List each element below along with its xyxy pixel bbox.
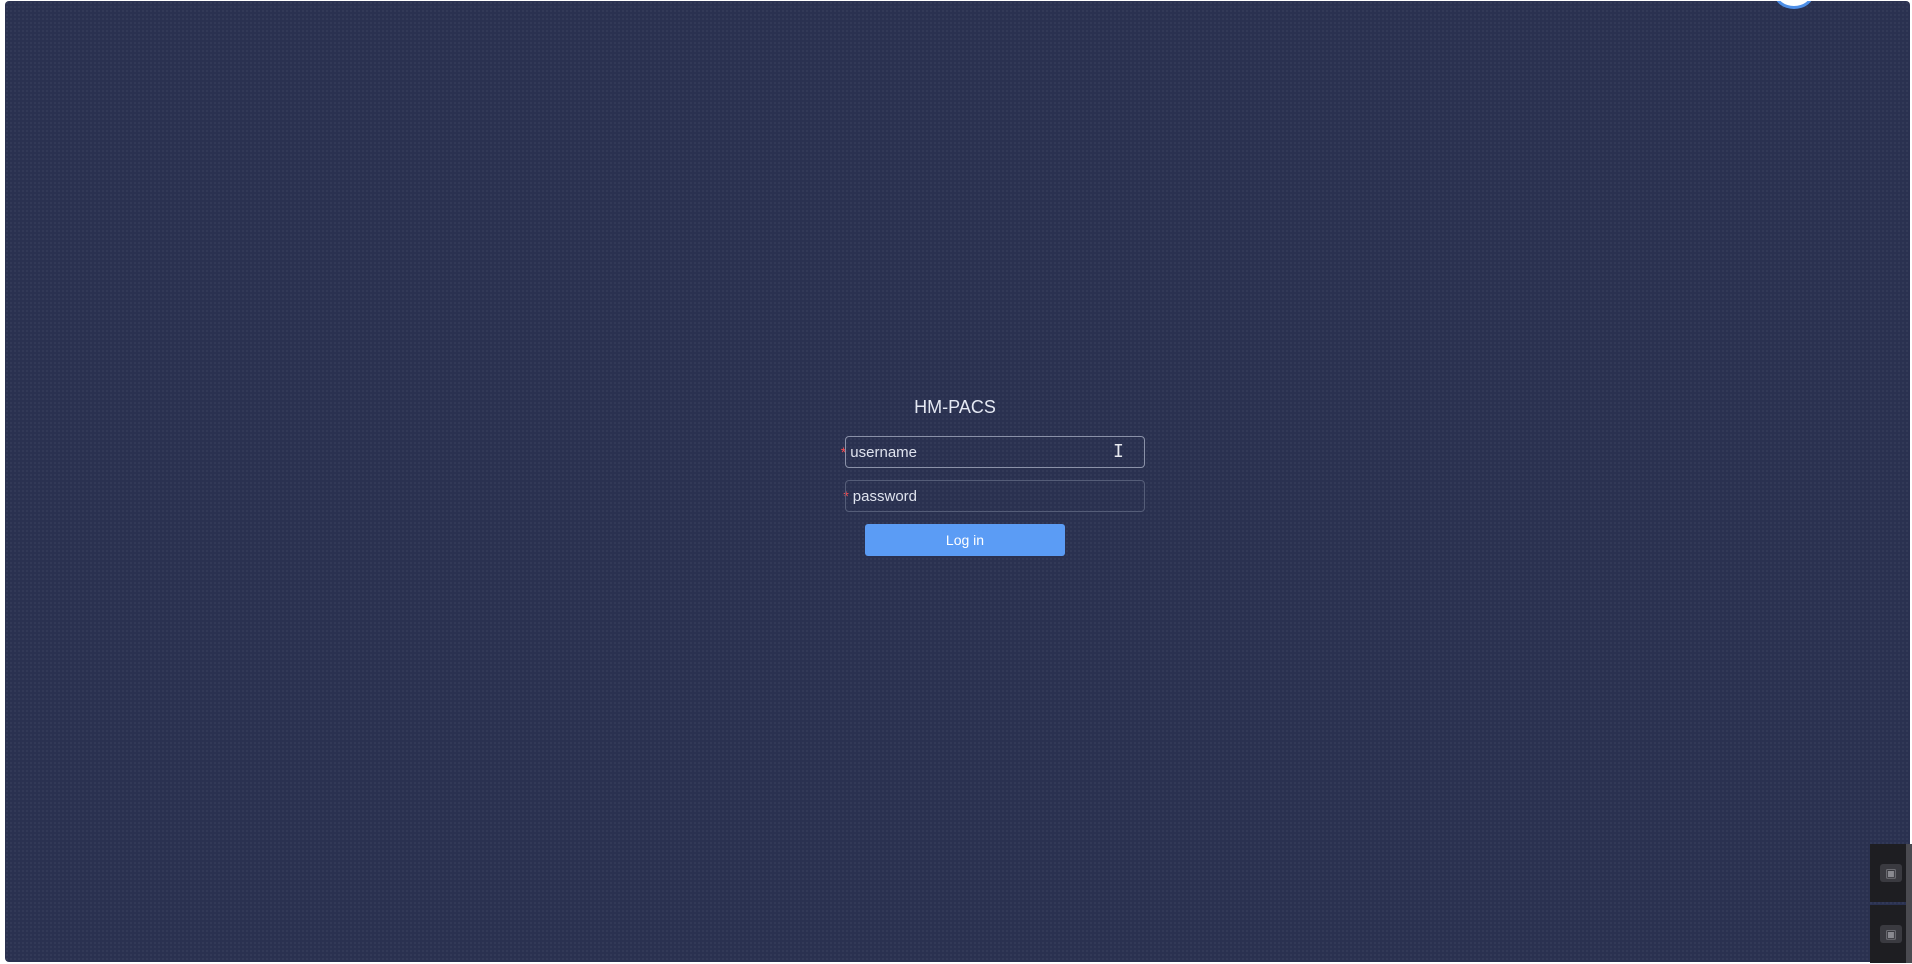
side-scroll-strip [1906,844,1912,963]
login-form: HM-PACS * username I * password Log in [745,394,1165,556]
image-icon: ▣ [1880,925,1902,943]
text-cursor-icon: I [1113,441,1124,462]
app-title: HM-PACS [914,397,996,417]
submit-row: Log in [745,524,1165,556]
username-row: * username I [745,436,1165,468]
app-background: HM-PACS * username I * password Log in [5,1,1910,962]
login-button[interactable]: Log in [865,524,1065,556]
username-input[interactable] [845,436,1145,468]
image-icon: ▣ [1880,864,1902,882]
password-row: * password [745,480,1165,512]
corner-avatar-badge[interactable] [1774,1,1814,9]
password-input[interactable] [845,480,1145,512]
